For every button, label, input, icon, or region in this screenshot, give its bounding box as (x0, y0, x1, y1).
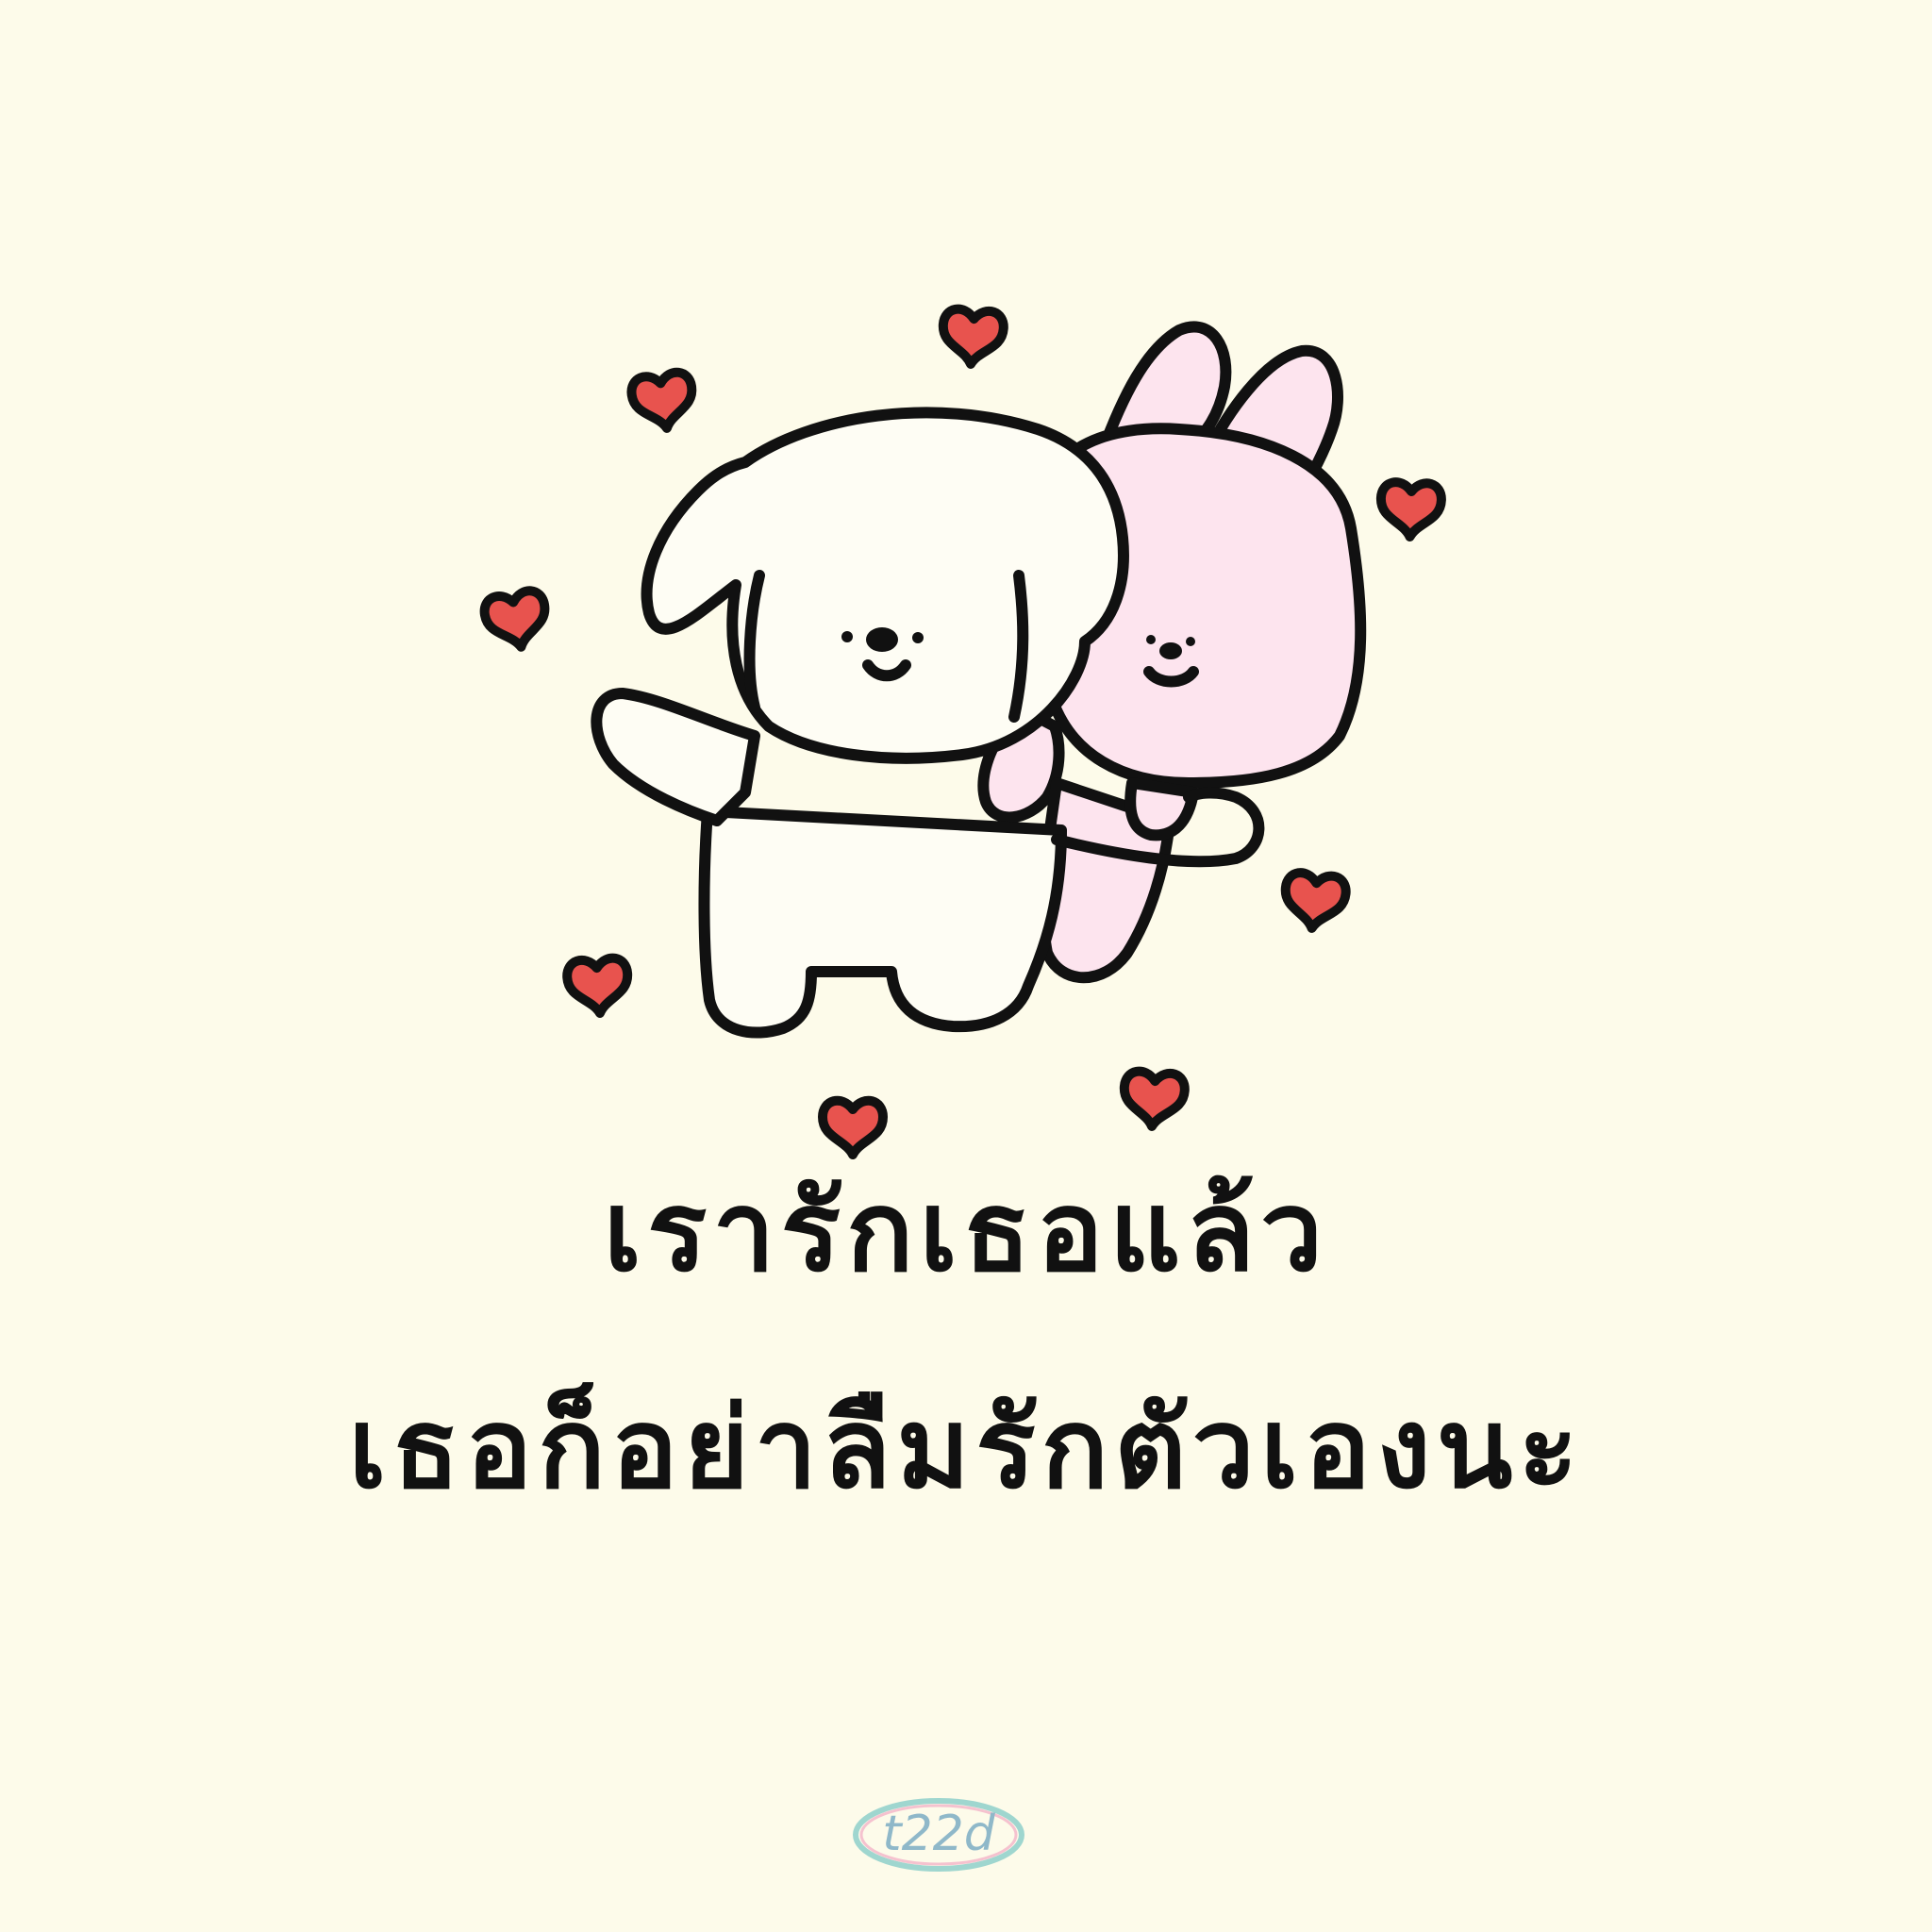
heart-icon (566, 958, 630, 1016)
heart-icon (629, 371, 696, 433)
heart-icon (482, 589, 551, 653)
heart-icon (1122, 1071, 1186, 1129)
logo: t22d (849, 1792, 1028, 1877)
heart-icon (941, 308, 1005, 367)
heart-icon (1282, 872, 1348, 932)
heart-icon (1380, 482, 1442, 538)
message-line-2: เธอก็อย่าลืมรักตัวเองนะ (348, 1383, 1584, 1513)
message-line-1: เรารักเธอแล้ว (603, 1166, 1329, 1296)
hug-illustration (0, 0, 1932, 1226)
logo-text: t22d (882, 1806, 995, 1862)
heart-icon (823, 1101, 883, 1155)
